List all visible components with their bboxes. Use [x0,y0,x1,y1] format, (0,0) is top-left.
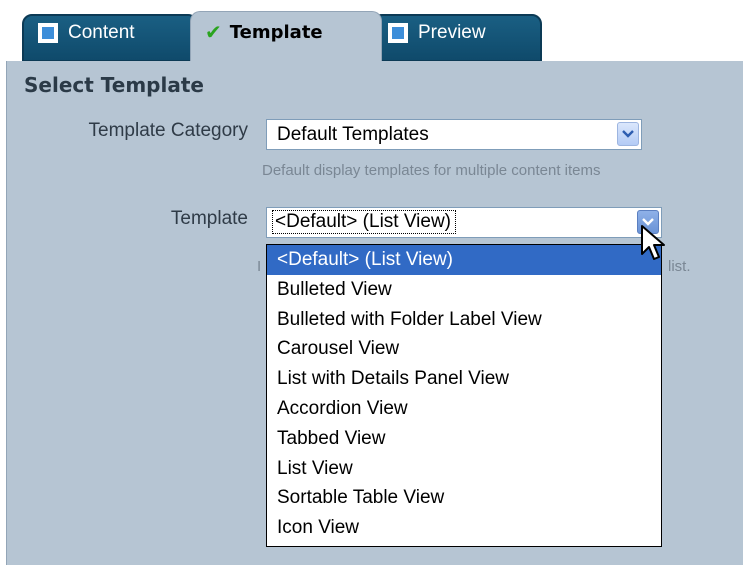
tab-template-label: Template [229,21,323,43]
dropdown-option[interactable]: List with Details Panel View [267,364,661,394]
tab-template[interactable]: ✔ Template [190,11,382,62]
dropdown-option[interactable]: Bulleted with Folder Label View [267,305,661,335]
dropdown-option[interactable]: Tabbed View [267,424,661,454]
dropdown-option[interactable]: Accordion View [267,394,661,424]
mouse-pointer-icon [641,225,665,260]
dropdown-option[interactable]: Icon View [267,513,661,543]
template-category-select[interactable]: Default Templates [266,119,642,150]
template-hint-end: list. [668,258,691,275]
tab-strip: Content Preview ✔ Template [0,0,743,62]
dropdown-option[interactable]: Carousel View [267,334,661,364]
template-value: <Default> (List View) [271,210,457,234]
template-category-value: Default Templates [277,124,429,145]
template-dropdown-list[interactable]: <Default> (List View) Bulleted View Bull… [266,244,662,547]
template-label: Template [170,208,248,229]
tab-content-label: Content [68,22,135,43]
dropdown-option[interactable]: Sortable Table View [267,483,661,513]
template-category-label: Template Category [88,120,248,141]
checkmark-icon: ✔ [205,20,222,44]
template-select[interactable]: <Default> (List View) [266,207,662,238]
dropdown-option[interactable]: <Default> (List View) [267,245,661,275]
tab-preview[interactable]: Preview [372,14,542,62]
dropdown-option[interactable]: List View [267,454,661,484]
chevron-down-icon[interactable] [617,122,639,146]
square-icon [388,23,408,43]
template-hint-start: I [257,258,262,275]
tab-content[interactable]: Content [22,14,198,62]
dropdown-option[interactable]: Bulleted View [267,275,661,305]
template-category-hint: Default display templates for multiple c… [262,162,601,179]
section-title: Select Template [24,73,204,97]
square-icon [38,23,58,43]
tab-preview-label: Preview [418,22,486,43]
